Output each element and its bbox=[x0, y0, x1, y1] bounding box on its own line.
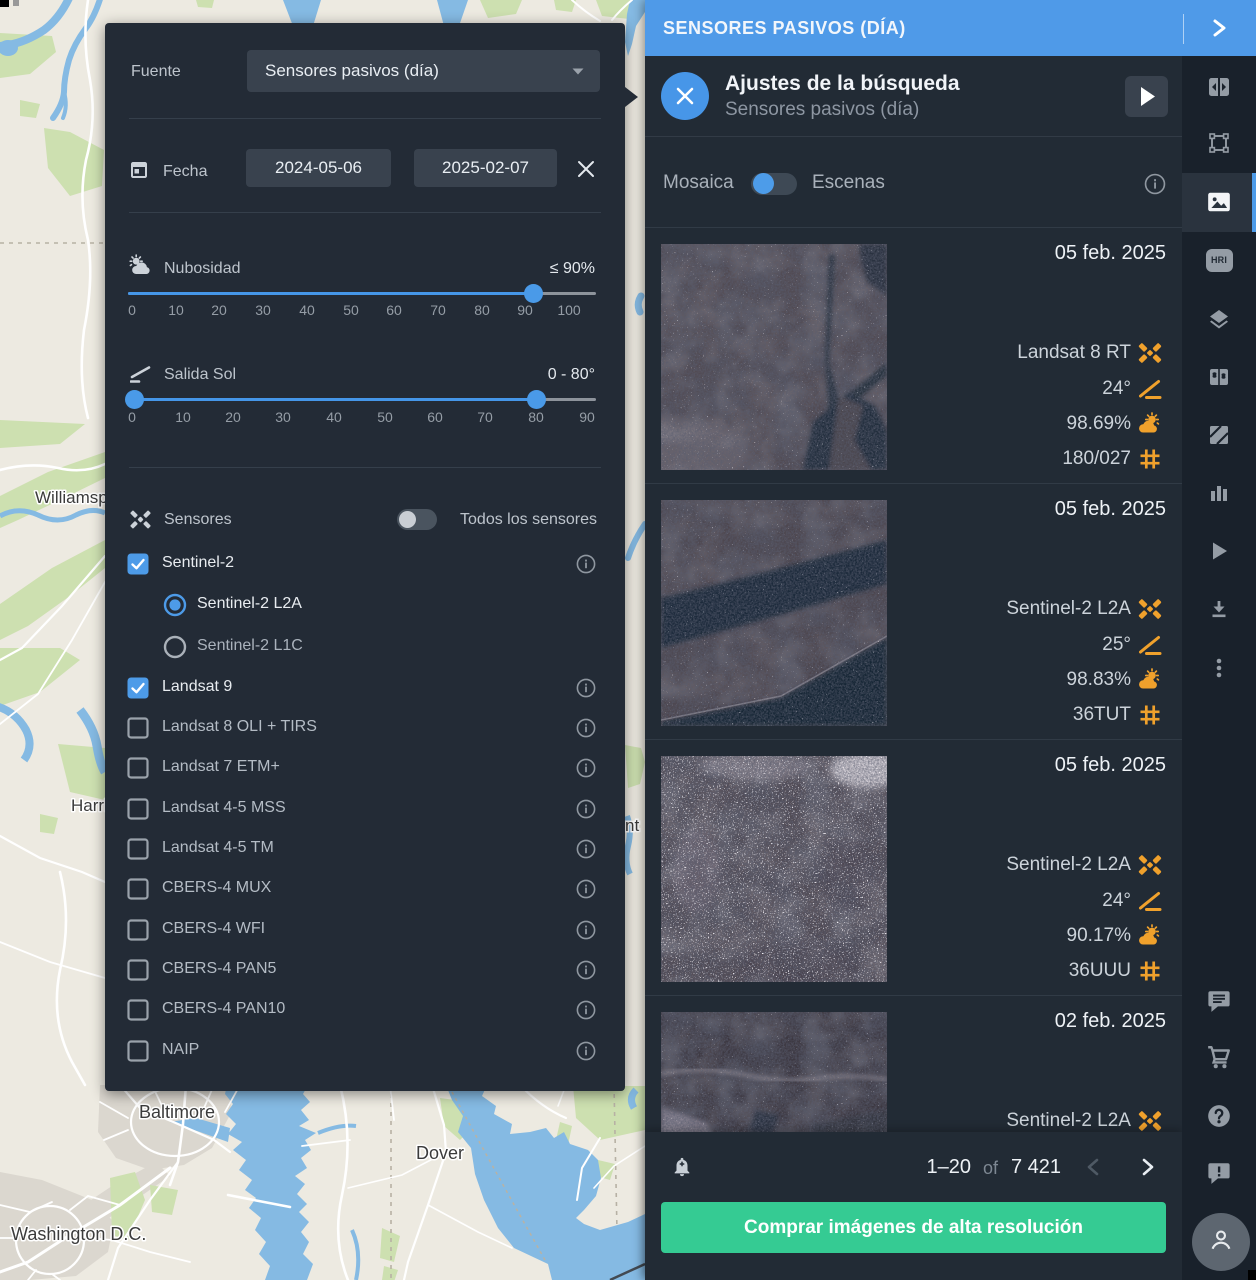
svg-text:Washington D.C.: Washington D.C. bbox=[11, 1224, 146, 1244]
svg-text:Dover: Dover bbox=[416, 1143, 464, 1163]
svg-text:nt: nt bbox=[625, 816, 639, 835]
svg-text:Baltimore: Baltimore bbox=[139, 1102, 215, 1122]
